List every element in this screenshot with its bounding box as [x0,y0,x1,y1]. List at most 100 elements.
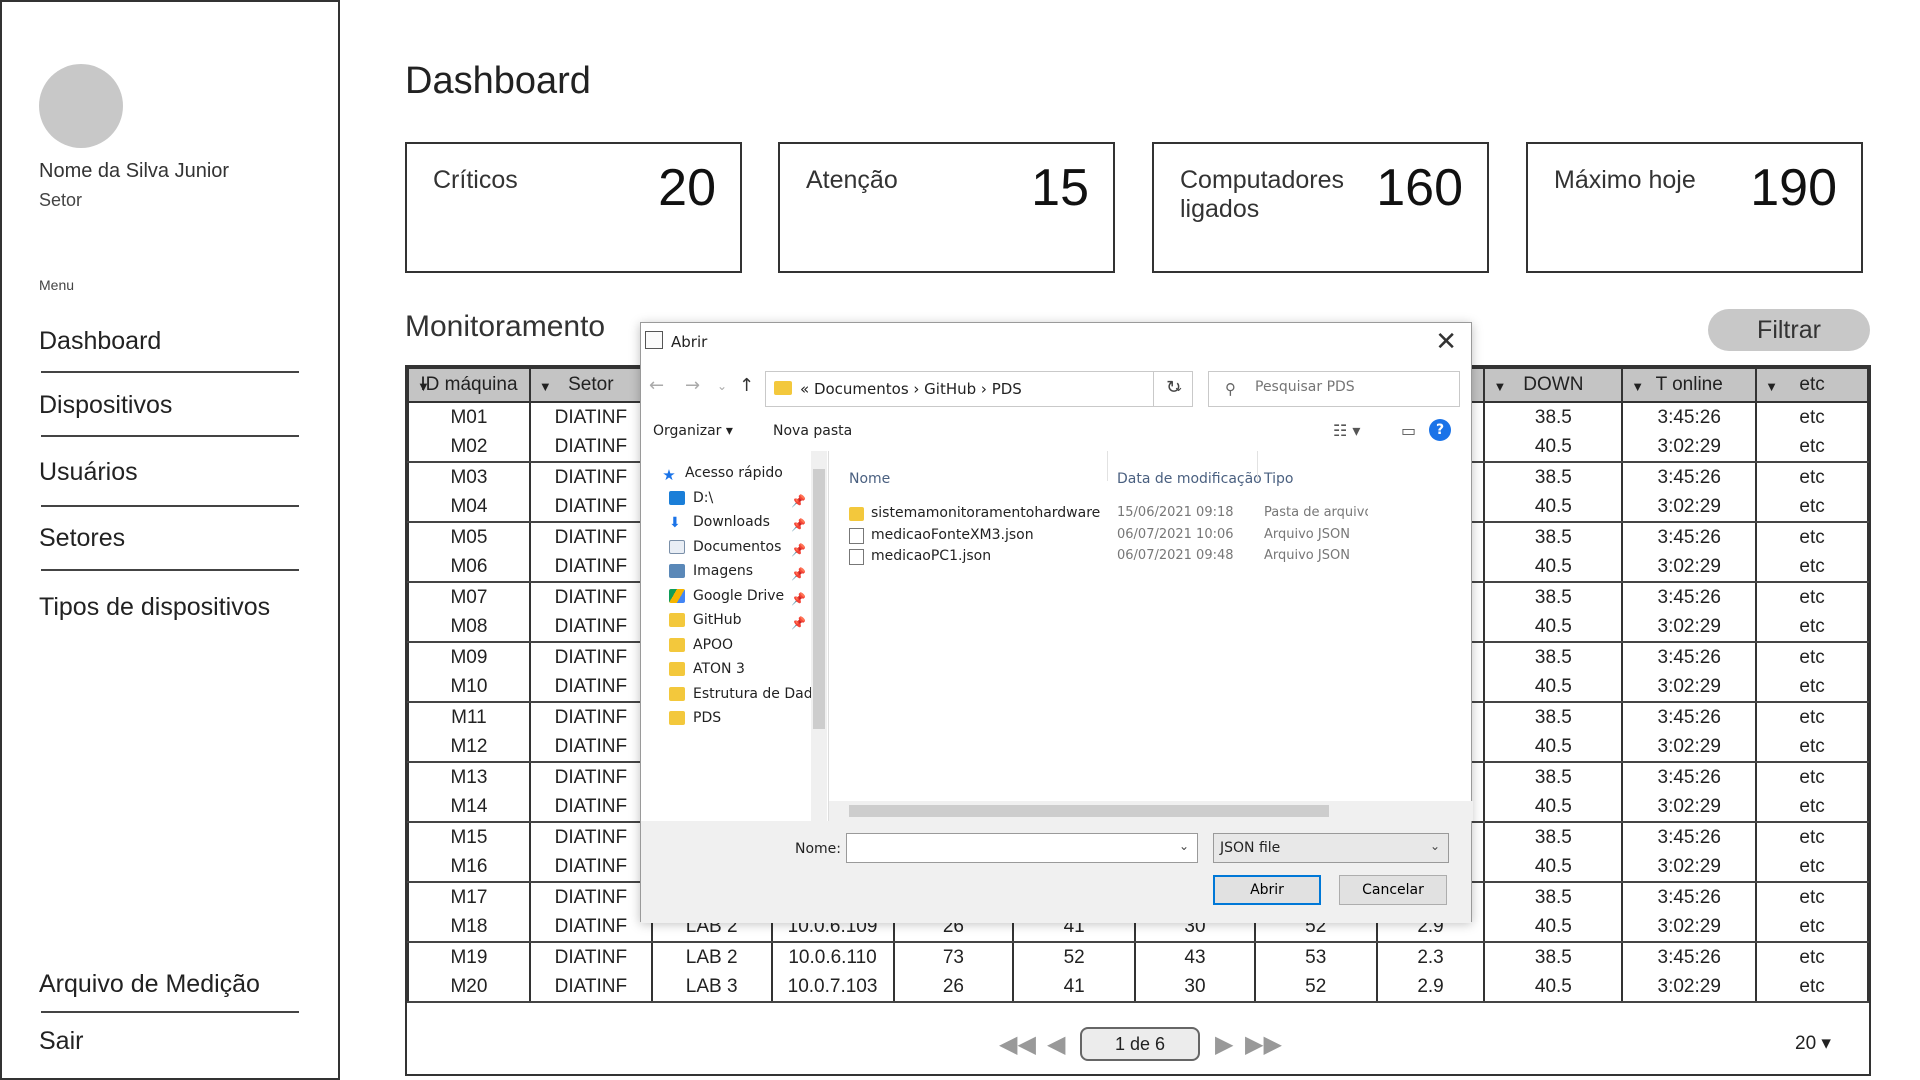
avatar[interactable] [39,64,123,148]
nav-item[interactable]: Imagens [669,563,753,587]
nav-item[interactable]: APOO [669,637,733,661]
new-folder-button[interactable]: Nova pasta [773,423,852,439]
table-cell: 3:02:29 [1621,672,1758,703]
card-label: Críticos [433,166,518,194]
filter-button[interactable]: Filtrar [1708,309,1870,351]
next-page-icon[interactable]: ▶ [1215,1030,1233,1059]
column-header-label: ID máquina [420,374,518,395]
stat-card-computadores-ligados: Computadores ligados 160 [1152,142,1489,273]
table-cell: DIATINF [528,582,653,612]
sidebar-item-sair[interactable]: Sair [39,1027,299,1056]
nav-item[interactable]: Estrutura de Dad [669,686,813,710]
card-value: 20 [658,159,716,217]
table-cell: DIATINF [528,732,653,763]
pin-icon[interactable]: 📌 [791,567,806,581]
column-header-date[interactable]: Data de modificação [1117,471,1262,487]
column-header-type[interactable]: Tipo [1264,471,1293,487]
table-cell: 3:45:26 [1621,822,1758,852]
column-header[interactable]: ▼ etc [1755,367,1869,403]
sort-arrow-icon[interactable]: ▼ [417,379,430,394]
prev-page-icon[interactable]: ◀ [1047,1030,1065,1059]
back-arrow-icon[interactable]: ← [649,375,664,396]
sidebar-item-tipos-de-dispositivos[interactable]: Tipos de dispositivos [39,593,299,622]
folder-icon [669,686,685,701]
table-row[interactable]: M20 DIATINF LAB 3 10.0.7.103 26 41 30 52 2.9 40.5… [407,972,1869,1003]
nav-item[interactable]: Google Drive [669,588,784,612]
pin-icon[interactable]: 📌 [791,616,806,630]
last-page-icon[interactable]: ▶▶ [1245,1030,1282,1059]
card-value: 15 [1031,159,1089,217]
column-header-name[interactable]: Nome [849,471,890,487]
column-header[interactable]: ▼ T online [1621,367,1758,403]
table-cell: etc [1755,852,1869,883]
filename-input[interactable] [847,834,1167,860]
sidebar-item-usuarios[interactable]: Usuários [39,458,299,487]
file-list: Nome Data de modificação Tipo sistemamon… [829,451,1473,821]
chevron-down-icon[interactable]: ⌄ [1179,839,1189,853]
table-cell: DIATINF [528,402,653,432]
cancel-button[interactable]: Cancelar [1339,875,1447,905]
search-input[interactable] [1255,379,1445,395]
preview-pane-icon[interactable]: ▭ [1401,421,1416,440]
page-indicator[interactable]: 1 de 6 [1080,1027,1200,1061]
page-size-select[interactable]: 20 ▾ [1795,1032,1831,1055]
recent-dropdown-icon[interactable]: ⌄ [717,379,727,393]
column-header[interactable]: ▼ Setor [528,367,653,403]
pin-icon[interactable]: 📌 [791,518,806,532]
sidebar-item-arquivo-de-medicao[interactable]: Arquivo de Medição [39,970,299,999]
file-list-scrollbar[interactable] [829,801,1473,821]
sort-arrow-icon[interactable]: ▼ [1493,379,1506,394]
close-icon[interactable]: ✕ [1435,327,1457,357]
sidebar-item-setores[interactable]: Setores [39,524,299,553]
doc-icon [669,539,685,554]
breadcrumb[interactable]: « Documentos › GitHub › PDS [800,380,1022,398]
up-arrow-icon[interactable]: ↑ [739,375,754,396]
filename-combobox[interactable]: ⌄ [846,833,1198,863]
nav-item[interactable]: PDS [669,710,721,734]
table-cell: etc [1755,432,1869,463]
sort-arrow-icon[interactable]: ▼ [1765,379,1778,394]
file-row[interactable]: medicaoPC1.json 06/07/2021 09:48 Arquivo J… [829,544,1473,570]
sort-arrow-icon[interactable]: ▼ [539,379,552,394]
refresh-icon[interactable]: ↻ [1153,371,1193,407]
organize-button[interactable]: Organizar ▾ [653,423,733,439]
nav-item[interactable]: ★ Acesso rápido [661,465,783,489]
nav-scrollbar[interactable] [811,451,827,821]
drive-icon [669,490,685,505]
filetype-select[interactable]: JSON file ⌄ [1213,833,1449,863]
column-header-label: T online [1655,374,1723,395]
nav-item[interactable]: GitHub [669,612,742,636]
nav-item[interactable]: D:\ [669,490,713,514]
file-name: sistemamonitoramentohardware [871,505,1101,521]
sort-arrow-icon[interactable]: ▼ [1631,379,1644,394]
nav-item[interactable]: Documentos [669,539,781,563]
table-cell: M09 [407,642,531,672]
column-header[interactable]: ▼ ID máquina [407,367,531,403]
open-button[interactable]: Abrir [1213,875,1321,905]
table-cell: M12 [407,732,531,763]
navigation-pane: ★ Acesso rápido D:\ 📌 ⬇ Downloads 📌 Documentos 📌… [641,451,829,821]
first-page-icon[interactable]: ◀◀ [999,1030,1036,1059]
forward-arrow-icon[interactable]: → [685,375,700,396]
pin-icon[interactable]: 📌 [791,543,806,557]
table-row[interactable]: M19 DIATINF LAB 2 10.0.6.110 73 52 43 53 2.3 38.5… [407,942,1869,972]
nav-item[interactable]: ATON 3 [669,661,745,685]
table-cell: M15 [407,822,531,852]
table-cell: DIATINF [528,882,653,912]
pin-icon[interactable]: 📌 [791,592,806,606]
view-options-icon[interactable]: ☷ ▾ [1333,421,1360,440]
file-icon [849,549,864,565]
address-bar[interactable]: « Documentos › GitHub › PDS ⌄ [765,371,1193,407]
divider [41,435,299,437]
help-icon[interactable]: ? [1429,419,1451,441]
sidebar-item-dashboard[interactable]: Dashboard [39,327,299,356]
nav-item[interactable]: ⬇ Downloads [669,514,770,538]
pin-icon[interactable]: 📌 [791,494,806,508]
sidebar-item-dispositivos[interactable]: Dispositivos [39,391,299,420]
divider [1107,451,1108,481]
table-cell: 10.0.7.103 [770,972,895,1003]
search-box[interactable]: ⚲ [1208,371,1460,407]
card-value: 160 [1376,159,1463,217]
table-cell: 3:02:29 [1621,732,1758,763]
column-header[interactable]: ▼ DOWN [1483,367,1624,403]
